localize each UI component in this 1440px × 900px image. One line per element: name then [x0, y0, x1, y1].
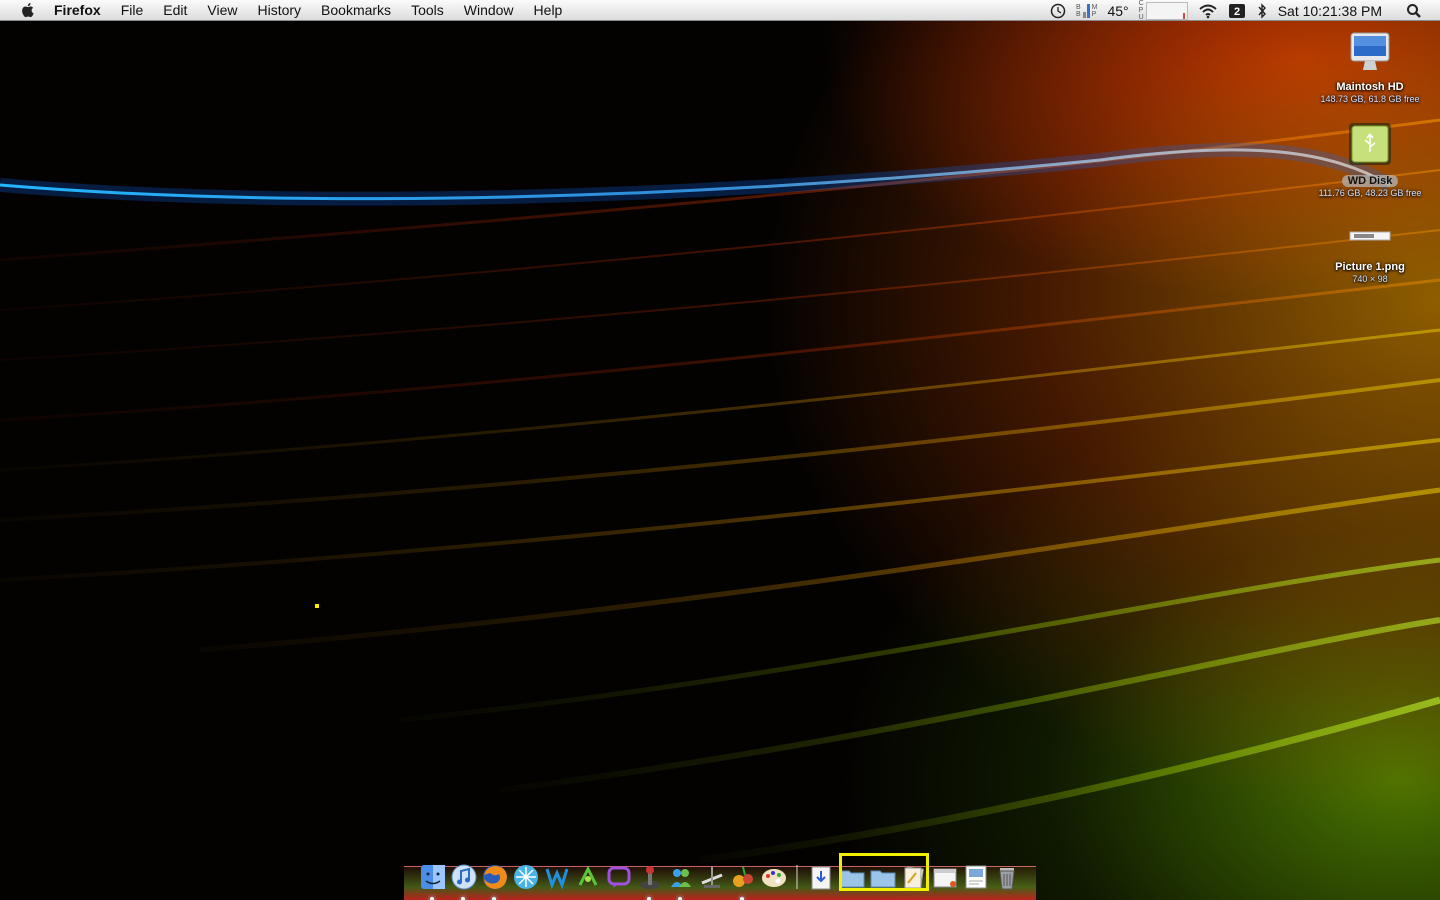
wifi-icon[interactable]: [1198, 3, 1218, 19]
preview-icon[interactable]: [961, 861, 990, 892]
fruit-game-icon[interactable]: [728, 861, 757, 900]
highlight-box: [839, 853, 929, 891]
menu-edit[interactable]: Edit: [153, 0, 197, 21]
desktop-icon-label: Maintosh HD: [1336, 81, 1404, 93]
bluetooth-icon[interactable]: [1256, 2, 1268, 19]
desktop-icon-sublabel: 148.73 GB, 61.8 GB free: [1320, 94, 1420, 104]
menu-clock[interactable]: Sat 10:21:38 PM: [1278, 3, 1382, 19]
wallpaper-streaks: [0, 118, 1440, 864]
desktop-icon-sublabel: 111.76 GB, 48.23 GB free: [1318, 188, 1422, 198]
imac-hard-drive-icon: [1350, 32, 1390, 70]
spotlight-icon[interactable]: [1406, 3, 1422, 19]
trash-icon[interactable]: [992, 861, 1021, 892]
cpu-monitor-menu[interactable]: CPU: [1139, 0, 1188, 21]
menu-tools[interactable]: Tools: [401, 0, 454, 21]
wordpress-icon[interactable]: [542, 861, 571, 892]
status-menus: BB MP 45° CPU 2 Sat 10:21:38 PM: [1040, 0, 1440, 21]
game-icon[interactable]: [573, 861, 602, 892]
monitor-labels-2: MP: [1091, 3, 1098, 18]
itunes-icon[interactable]: [449, 861, 478, 900]
desktop-icon-wd-disk[interactable]: WD Disk 111.76 GB, 48.23 GB free: [1305, 120, 1435, 198]
apple-menu-icon[interactable]: [18, 2, 38, 18]
usb-drive-icon: [1349, 123, 1391, 165]
joystick-icon[interactable]: [635, 861, 664, 900]
menu-view[interactable]: View: [197, 0, 247, 21]
firefox-icon[interactable]: [480, 861, 509, 900]
chat-icon[interactable]: [604, 861, 633, 892]
system-tool-icon[interactable]: [697, 861, 726, 892]
cpu-graph-icon: [1145, 1, 1188, 20]
finder-icon[interactable]: [418, 861, 447, 900]
desktop-icon-label: WD Disk: [1305, 175, 1435, 187]
network-utility-icon[interactable]: [511, 861, 540, 892]
desktop-wallpaper: [0, 0, 1440, 900]
paint-icon[interactable]: [759, 861, 788, 892]
monitor-labels-1: BB: [1075, 3, 1081, 18]
time-machine-icon[interactable]: [1050, 3, 1066, 19]
menu-bar: Firefox File Edit View History Bookmarks…: [0, 0, 1440, 21]
desktop-icon-picture[interactable]: Picture 1.png 740 × 98: [1305, 222, 1435, 284]
menu-app-name[interactable]: Firefox: [52, 0, 111, 21]
spaces-icon[interactable]: 2: [1228, 3, 1246, 19]
desktop-icon-sublabel: 740 × 98: [1352, 274, 1388, 284]
desktop-icon-label: Picture 1.png: [1335, 261, 1405, 273]
browser-window-icon[interactable]: [930, 861, 959, 892]
menu-history[interactable]: History: [247, 0, 311, 21]
downloads-stack-icon[interactable]: [806, 861, 835, 892]
messenger-icon[interactable]: [666, 861, 695, 900]
selected-label-pill: WD Disk: [1341, 175, 1399, 187]
image-file-icon: [1349, 231, 1391, 241]
menu-bookmarks[interactable]: Bookmarks: [311, 0, 401, 21]
svg-text:2: 2: [1234, 6, 1240, 18]
menu-file[interactable]: File: [111, 0, 154, 21]
desktop-icon-maintosh-hd[interactable]: Maintosh HD 148.73 GB, 61.8 GB free: [1305, 30, 1435, 104]
menu-help[interactable]: Help: [524, 0, 573, 21]
system-monitor-menu[interactable]: BB MP: [1075, 3, 1098, 18]
cpu-labels: CPU: [1138, 0, 1144, 21]
dock: [418, 856, 1023, 900]
temperature-readout[interactable]: 45°: [1107, 3, 1128, 19]
dock-separator: [790, 861, 804, 892]
memory-monitor-icon: [1082, 3, 1090, 18]
menu-window[interactable]: Window: [454, 0, 524, 21]
mouse-cursor: [315, 604, 319, 608]
